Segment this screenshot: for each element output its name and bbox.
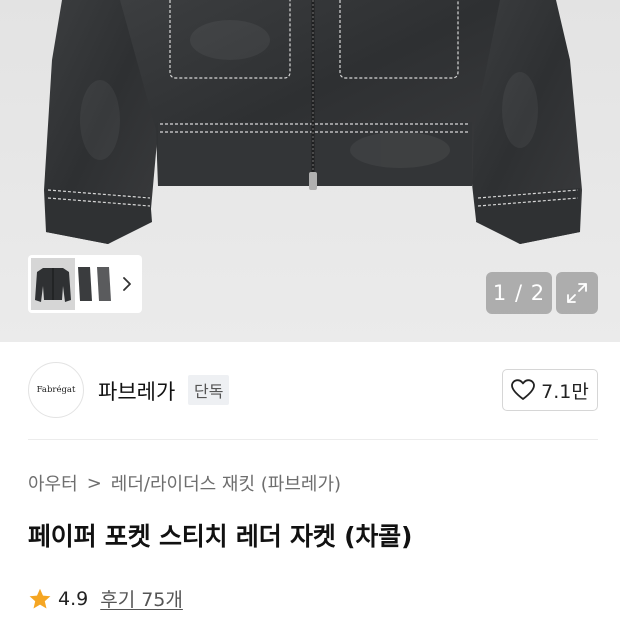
chevron-right-icon[interactable]: [121, 274, 133, 294]
breadcrumb-item[interactable]: 레더/라이더스 재킷 (파브레가): [111, 470, 341, 496]
exclusive-badge: 단독: [188, 375, 230, 405]
thumbnail-item[interactable]: [76, 261, 94, 307]
breadcrumb-separator: >: [86, 472, 102, 494]
rating-score: 4.9: [58, 587, 89, 610]
review-count-link[interactable]: 후기 75개: [100, 585, 183, 612]
brand-row: Fabrégat 파브레가 단독 7.1만: [28, 362, 598, 418]
star-filled-icon: [29, 588, 51, 608]
breadcrumb: 아우터 > 레더/라이더스 재킷 (파브레가): [28, 470, 341, 496]
like-button[interactable]: 7.1만: [502, 369, 598, 411]
thumbnail-selected[interactable]: [31, 258, 75, 310]
image-counter: 1 / 2: [486, 272, 552, 314]
expand-icon: [567, 283, 587, 303]
thumbnail-item[interactable]: [95, 261, 113, 307]
brand-logo[interactable]: Fabrégat: [28, 362, 84, 418]
brand-logo-text: Fabrégat: [36, 385, 76, 395]
brand-name[interactable]: 파브레가: [98, 376, 175, 406]
expand-button[interactable]: [556, 272, 598, 314]
heart-outline-icon: [511, 379, 536, 400]
like-count: 7.1만: [541, 380, 589, 403]
rating-row: 4.9 후기 75개: [28, 585, 183, 612]
breadcrumb-item[interactable]: 아우터: [28, 470, 78, 496]
product-title: 페이퍼 포켓 스티치 레더 자켓 (차콜): [28, 522, 413, 551]
product-image-gallery[interactable]: 1 / 2: [0, 0, 620, 342]
thumbnail-strip[interactable]: [28, 255, 142, 313]
divider: [28, 439, 598, 440]
